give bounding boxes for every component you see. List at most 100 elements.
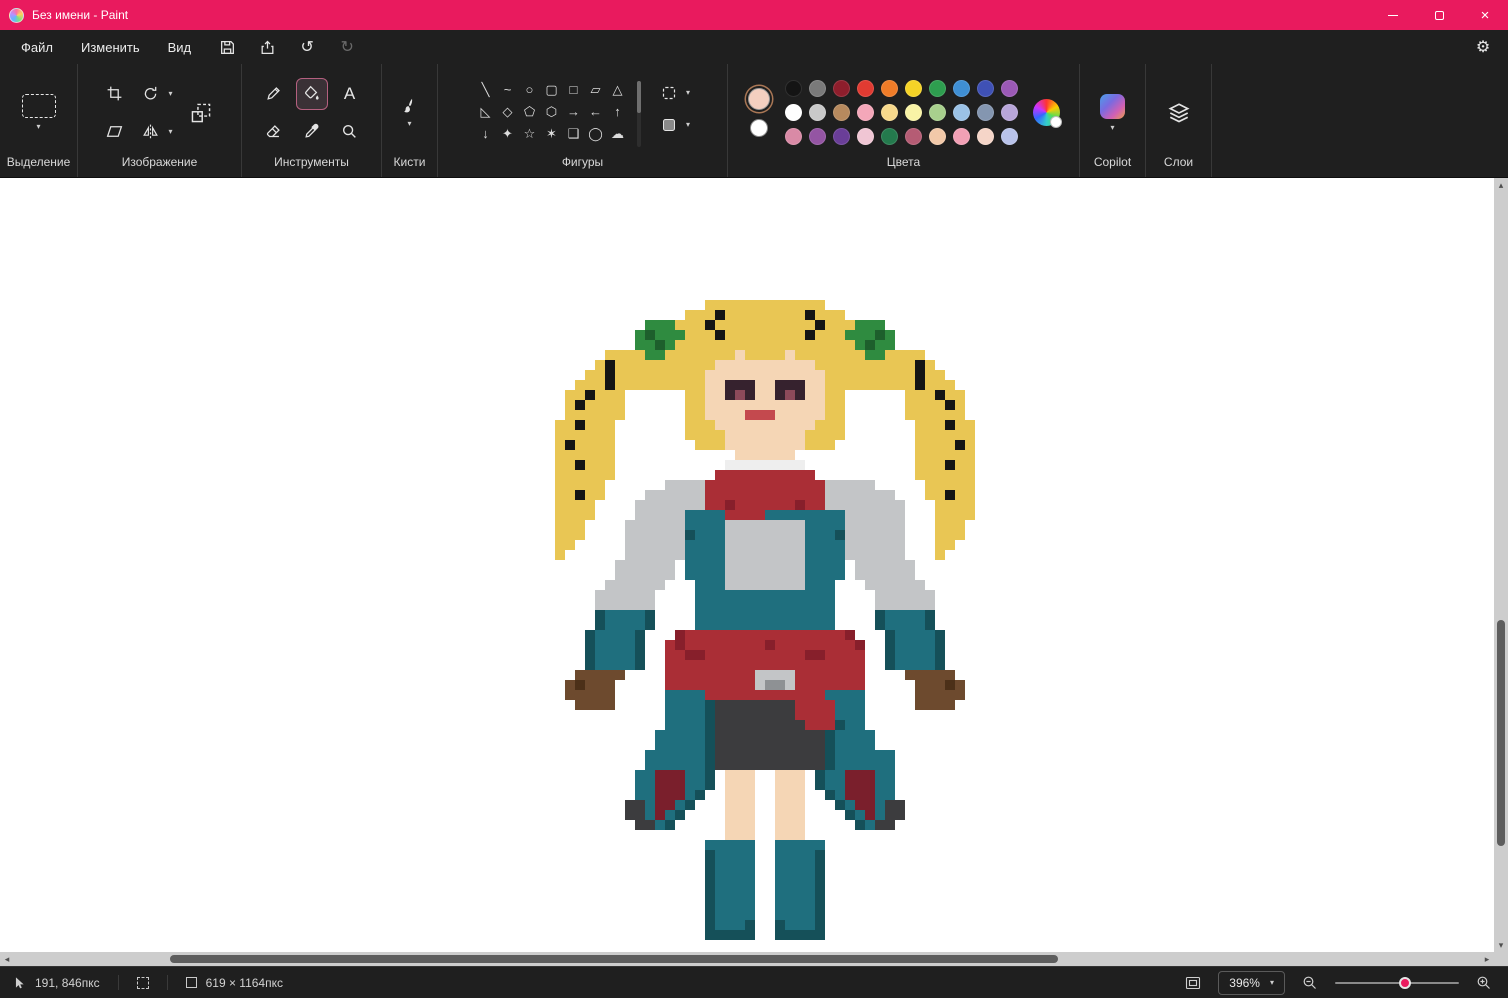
scroll-down-arrow[interactable]: ▾: [1494, 938, 1508, 952]
primary-color[interactable]: [747, 88, 770, 110]
chevron-down-icon[interactable]: ▾: [168, 89, 172, 98]
color-swatch-2-1[interactable]: [808, 128, 826, 145]
color-swatch-2-8[interactable]: [976, 128, 994, 145]
color-swatch-0-4[interactable]: [880, 80, 898, 97]
share-button[interactable]: [250, 34, 284, 61]
color-swatch-1-4[interactable]: [880, 104, 898, 121]
color-swatch-1-5[interactable]: [904, 104, 922, 121]
scroll-up-arrow[interactable]: ▴: [1494, 178, 1508, 192]
color-swatch-1-1[interactable]: [808, 104, 826, 121]
save-button[interactable]: [210, 34, 244, 61]
menu-file[interactable]: Файл: [8, 35, 66, 60]
shape-four-point-star[interactable]: ✦: [497, 123, 518, 144]
shape-polygon[interactable]: ▱: [585, 79, 606, 100]
color-swatch-0-0[interactable]: [784, 80, 802, 97]
shape-rounded-rectangle[interactable]: ▢: [541, 79, 562, 100]
horizontal-scroll-thumb[interactable]: [170, 955, 1058, 963]
shape-six-point-star[interactable]: ✶: [541, 123, 562, 144]
shape-curve[interactable]: ~: [497, 79, 518, 100]
color-swatch-0-1[interactable]: [808, 80, 826, 97]
shape-line[interactable]: ╲: [475, 79, 496, 100]
color-swatch-2-0[interactable]: [784, 128, 802, 145]
shape-triangle[interactable]: △: [607, 79, 628, 100]
scroll-left-arrow[interactable]: ◂: [0, 952, 14, 966]
color-swatch-0-9[interactable]: [1000, 80, 1018, 97]
vertical-scrollbar[interactable]: ▴ ▾: [1494, 178, 1508, 952]
color-swatch-1-2[interactable]: [832, 104, 850, 121]
shape-rounded-callout[interactable]: ❑: [563, 123, 584, 144]
selection-tool-button[interactable]: ▾: [21, 94, 56, 131]
horizontal-scrollbar[interactable]: ◂ ▸: [0, 952, 1494, 966]
vertical-scroll-thumb[interactable]: [1497, 620, 1505, 846]
chevron-down-icon[interactable]: ▾: [36, 123, 40, 131]
shape-ellipse[interactable]: ○: [519, 79, 540, 100]
color-swatch-1-9[interactable]: [1000, 104, 1018, 121]
magnifier-tool-button[interactable]: [334, 116, 366, 148]
color-swatch-2-2[interactable]: [832, 128, 850, 145]
text-tool-button[interactable]: А: [334, 78, 366, 110]
zoom-out-button[interactable]: [1298, 971, 1322, 995]
shape-right-arrow[interactable]: →: [563, 101, 584, 122]
shapes-scroll-thumb[interactable]: [636, 81, 641, 113]
shape-diamond[interactable]: ◇: [497, 101, 518, 122]
color-swatch-1-6[interactable]: [928, 104, 946, 121]
fit-to-screen-button[interactable]: [1181, 971, 1205, 995]
shape-rectangle[interactable]: □: [563, 79, 584, 100]
shape-pentagon[interactable]: ⬠: [519, 101, 540, 122]
shape-right-triangle[interactable]: ◺: [475, 101, 496, 122]
zoom-slider[interactable]: [1335, 975, 1459, 991]
zoom-in-button[interactable]: [1472, 971, 1496, 995]
shapes-scrollbar[interactable]: [636, 81, 641, 147]
menu-view[interactable]: Вид: [155, 35, 205, 60]
eraser-tool-button[interactable]: [258, 116, 290, 148]
chevron-down-icon[interactable]: ▾: [1110, 123, 1114, 132]
copilot-button[interactable]: ▾: [1100, 93, 1125, 132]
edit-colors-button[interactable]: [1032, 99, 1062, 128]
scroll-right-arrow[interactable]: ▸: [1480, 952, 1494, 966]
color-swatch-0-2[interactable]: [832, 80, 850, 97]
skew-button[interactable]: [98, 116, 130, 148]
brushes-button[interactable]: ▾: [401, 97, 419, 128]
color-swatch-0-5[interactable]: [904, 80, 922, 97]
zoom-slider-thumb[interactable]: [1399, 976, 1412, 989]
undo-button[interactable]: ↺: [290, 34, 324, 61]
chevron-down-icon[interactable]: ▾: [168, 127, 172, 136]
shape-hexagon[interactable]: ⬡: [541, 101, 562, 122]
eyedropper-tool-button[interactable]: [296, 116, 328, 148]
menu-edit[interactable]: Изменить: [68, 35, 153, 60]
shape-left-arrow[interactable]: ←: [585, 101, 606, 122]
minimize-button[interactable]: [1370, 0, 1416, 30]
shape-oval-callout[interactable]: ◯: [585, 123, 606, 144]
shape-outline-button[interactable]: [656, 81, 682, 105]
resize-button[interactable]: [181, 93, 221, 133]
shape-up-arrow[interactable]: ↑: [607, 101, 628, 122]
color-swatch-0-8[interactable]: [976, 80, 994, 97]
color-swatch-2-7[interactable]: [952, 128, 970, 145]
color-swatch-2-6[interactable]: [928, 128, 946, 145]
maximize-button[interactable]: [1416, 0, 1462, 30]
close-button[interactable]: ×: [1462, 0, 1508, 30]
color-swatch-2-4[interactable]: [880, 128, 898, 145]
color-swatch-0-6[interactable]: [928, 80, 946, 97]
color-swatch-1-7[interactable]: [952, 104, 970, 121]
fill-tool-button[interactable]: [295, 77, 328, 110]
zoom-level-dropdown[interactable]: 396% ▾: [1218, 970, 1285, 995]
color-swatch-1-8[interactable]: [976, 104, 994, 121]
color-swatch-1-3[interactable]: [856, 104, 874, 121]
shape-down-arrow[interactable]: ↓: [475, 123, 496, 144]
flip-button[interactable]: [134, 116, 166, 148]
layers-button[interactable]: [1159, 93, 1199, 133]
chevron-down-icon[interactable]: ▾: [686, 121, 690, 129]
chevron-down-icon[interactable]: ▾: [686, 89, 690, 97]
shape-cloud-callout[interactable]: ☁: [607, 123, 628, 144]
pencil-tool-button[interactable]: [258, 78, 290, 110]
color-swatch-2-9[interactable]: [1000, 128, 1018, 145]
settings-button[interactable]: ⚙: [1466, 34, 1500, 61]
shape-fill-button[interactable]: [656, 113, 682, 137]
color-swatch-1-0[interactable]: [784, 104, 802, 121]
secondary-color[interactable]: [749, 119, 768, 137]
chevron-down-icon[interactable]: ▾: [407, 120, 411, 128]
crop-button[interactable]: [98, 78, 130, 110]
shape-five-point-star[interactable]: ☆: [519, 123, 540, 144]
redo-button[interactable]: ↻: [330, 34, 364, 61]
